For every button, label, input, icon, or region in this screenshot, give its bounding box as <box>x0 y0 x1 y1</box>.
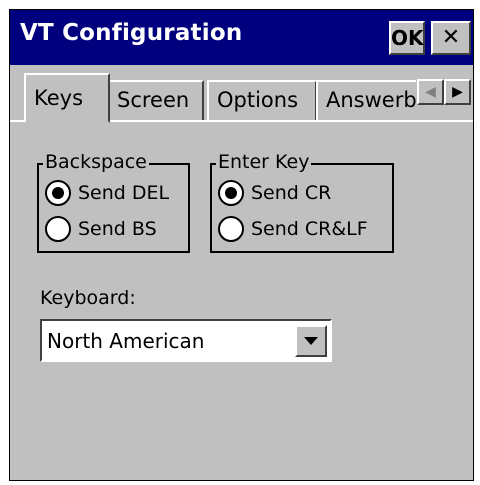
radio-label: Send BS <box>78 218 157 240</box>
tab-scroll-left-icon[interactable]: ◀ <box>417 79 444 105</box>
vt-configuration-window: VT Configuration OK ✕ Keys Screen Option… <box>9 9 474 481</box>
tab-scroll-right-icon[interactable]: ▶ <box>444 79 471 105</box>
title-bar: VT Configuration OK ✕ <box>10 10 473 65</box>
tab-screen[interactable]: Screen <box>107 80 204 120</box>
backspace-group: Backspace Send DEL Send BS <box>37 151 190 253</box>
radio-selected-icon <box>218 180 244 206</box>
close-button[interactable]: ✕ <box>431 21 471 55</box>
radio-selected-icon <box>45 180 71 206</box>
keyboard-select[interactable]: North American <box>40 319 332 362</box>
radio-unselected-icon <box>218 216 244 242</box>
radio-send-cr[interactable]: Send CR <box>218 179 331 207</box>
dropdown-arrow-icon[interactable] <box>295 325 327 357</box>
ok-button[interactable]: OK <box>389 21 425 55</box>
tab-keys[interactable]: Keys <box>24 73 110 123</box>
radio-unselected-icon <box>45 216 71 242</box>
keyboard-selected-value: North American <box>47 329 205 353</box>
close-icon: ✕ <box>441 25 461 50</box>
tab-options[interactable]: Options <box>207 80 317 120</box>
radio-send-cr-lf[interactable]: Send CR&LF <box>218 215 368 243</box>
tab-answerback[interactable]: Answerb <box>316 80 416 120</box>
radio-send-del[interactable]: Send DEL <box>45 179 169 207</box>
radio-label: Send DEL <box>78 182 170 204</box>
radio-label: Send CR&LF <box>251 218 368 240</box>
radio-send-bs[interactable]: Send BS <box>45 215 157 243</box>
keyboard-label: Keyboard: <box>40 287 136 309</box>
enter-key-group: Enter Key Send CR Send CR&LF <box>210 151 394 253</box>
backspace-group-label: Backspace <box>43 151 149 173</box>
radio-label: Send CR <box>251 182 332 204</box>
window-title: VT Configuration <box>20 20 243 46</box>
enter-key-group-label: Enter Key <box>216 151 312 173</box>
